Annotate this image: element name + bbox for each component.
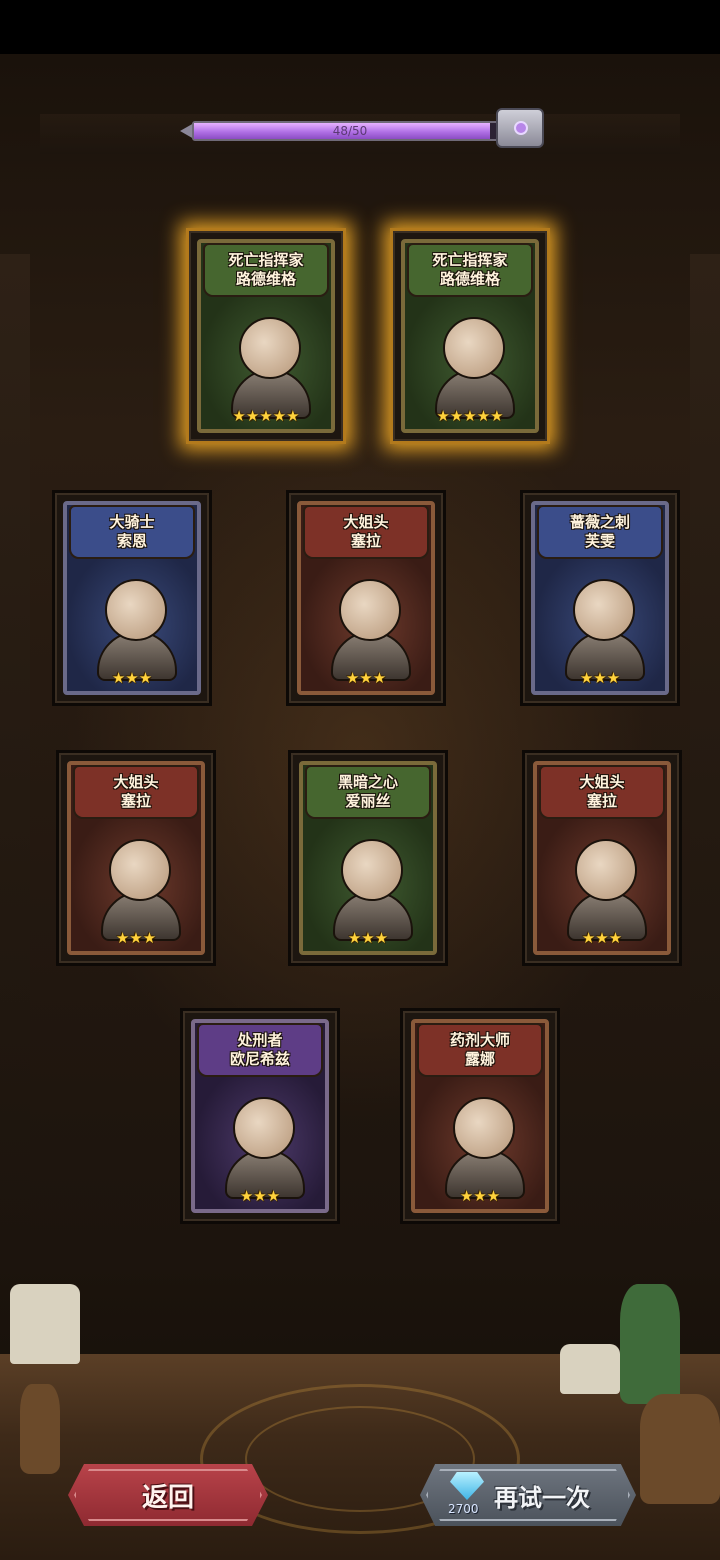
- hero-face: [109, 839, 171, 901]
- star-rating: ★★★: [345, 669, 387, 687]
- back-button[interactable]: 返回: [68, 1464, 268, 1526]
- hero-title: 大姐头: [113, 773, 159, 791]
- hero-name: 索恩: [116, 532, 147, 550]
- retry-button-label: 再试一次: [494, 1484, 590, 1512]
- hero-title: 死亡指挥家: [228, 251, 304, 269]
- retry-cost: 2700: [448, 1502, 479, 1516]
- hero-name-banner: 药剂大师 露娜: [417, 1023, 543, 1077]
- chest-gem-icon: [514, 121, 528, 135]
- hero-card-sera-2[interactable]: 大姐头 塞拉 ★★★: [56, 750, 216, 966]
- hero-title: 黑暗之心: [337, 773, 398, 791]
- hero-name: 芙雯: [584, 532, 615, 550]
- hero-name-banner: 大姐头 塞拉: [303, 505, 429, 559]
- hero-name-banner: 蔷薇之刺 芙雯: [537, 505, 663, 559]
- hero-card-ludwig-2[interactable]: 死亡指挥家 路德维格 ★★★★★: [390, 228, 550, 444]
- hero-card-sorn[interactable]: 大骑士 索恩 ★★★: [52, 490, 212, 706]
- hero-title: 处刑者: [237, 1031, 283, 1049]
- hero-name: 塞拉: [120, 792, 151, 810]
- hero-card-luna[interactable]: 药剂大师 露娜 ★★★: [400, 1008, 560, 1224]
- star-rating: ★★★: [347, 929, 389, 947]
- hero-name-banner: 大姐头 塞拉: [73, 765, 199, 819]
- right-pillar: [690, 254, 720, 1254]
- hero-title: 大姐头: [579, 773, 625, 791]
- candle-right: [560, 1344, 620, 1394]
- hero-name-banner: 死亡指挥家 路德维格: [203, 243, 329, 297]
- hero-card-onixi[interactable]: 处刑者 欧尼希兹 ★★★: [180, 1008, 340, 1224]
- hero-face: [453, 1097, 515, 1159]
- back-button-label: 返回: [141, 1482, 194, 1513]
- star-rating: ★★★★★: [232, 407, 300, 425]
- hero-title: 大骑士: [109, 513, 155, 531]
- status-bar: [0, 0, 720, 54]
- star-rating: ★★★★★: [436, 407, 504, 425]
- hero-name-banner: 处刑者 欧尼希兹: [197, 1023, 323, 1077]
- potion-bottle: [620, 1284, 680, 1404]
- barrel: [640, 1394, 720, 1504]
- hero-name-banner: 死亡指挥家 路德维格: [407, 243, 533, 297]
- hero-name: 欧尼希兹: [229, 1050, 290, 1068]
- hero-card-alice[interactable]: 黑暗之心 爱丽丝 ★★★: [288, 750, 448, 966]
- hero-card-sera-1[interactable]: 大姐头 塞拉 ★★★: [286, 490, 446, 706]
- hero-title: 大姐头: [343, 513, 389, 531]
- treasure-chest-icon[interactable]: [496, 108, 544, 148]
- hero-name-banner: 大姐头 塞拉: [539, 765, 665, 819]
- star-rating: ★★★: [115, 929, 157, 947]
- hero-face: [443, 317, 505, 379]
- hero-card-ludwig-1[interactable]: 死亡指挥家 路德维格 ★★★★★: [186, 228, 346, 444]
- progress-text: 48/50: [332, 124, 368, 138]
- hero-card-sera-3[interactable]: 大姐头 塞拉 ★★★: [522, 750, 682, 966]
- hero-name: 路德维格: [235, 270, 296, 288]
- hero-face: [105, 579, 167, 641]
- retry-button[interactable]: 2700 再试一次: [420, 1464, 636, 1526]
- candle-left: [10, 1284, 80, 1364]
- star-rating: ★★★: [239, 1187, 281, 1205]
- star-rating: ★★★: [581, 929, 623, 947]
- hero-face: [233, 1097, 295, 1159]
- hero-name-banner: 黑暗之心 爱丽丝: [305, 765, 431, 819]
- hero-face: [575, 839, 637, 901]
- hero-title: 蔷薇之刺: [569, 513, 630, 531]
- hero-title: 药剂大师: [449, 1031, 510, 1049]
- summon-progress-bar: 48/50: [180, 116, 510, 146]
- hero-name: 塞拉: [586, 792, 617, 810]
- wooden-mug: [20, 1384, 60, 1474]
- hero-name-banner: 大骑士 索恩: [69, 505, 195, 559]
- hero-face: [239, 317, 301, 379]
- star-rating: ★★★: [111, 669, 153, 687]
- hero-face: [341, 839, 403, 901]
- star-rating: ★★★: [579, 669, 621, 687]
- hero-name: 塞拉: [350, 532, 381, 550]
- progress-track: 48/50: [192, 121, 504, 141]
- left-pillar: [0, 254, 30, 1254]
- hero-title: 死亡指挥家: [432, 251, 508, 269]
- hero-face: [339, 579, 401, 641]
- hero-name: 路德维格: [439, 270, 500, 288]
- hero-face: [573, 579, 635, 641]
- hero-card-fuwen[interactable]: 蔷薇之刺 芙雯 ★★★: [520, 490, 680, 706]
- star-rating: ★★★: [459, 1187, 501, 1205]
- hero-name: 露娜: [464, 1050, 495, 1068]
- hero-name: 爱丽丝: [345, 792, 391, 810]
